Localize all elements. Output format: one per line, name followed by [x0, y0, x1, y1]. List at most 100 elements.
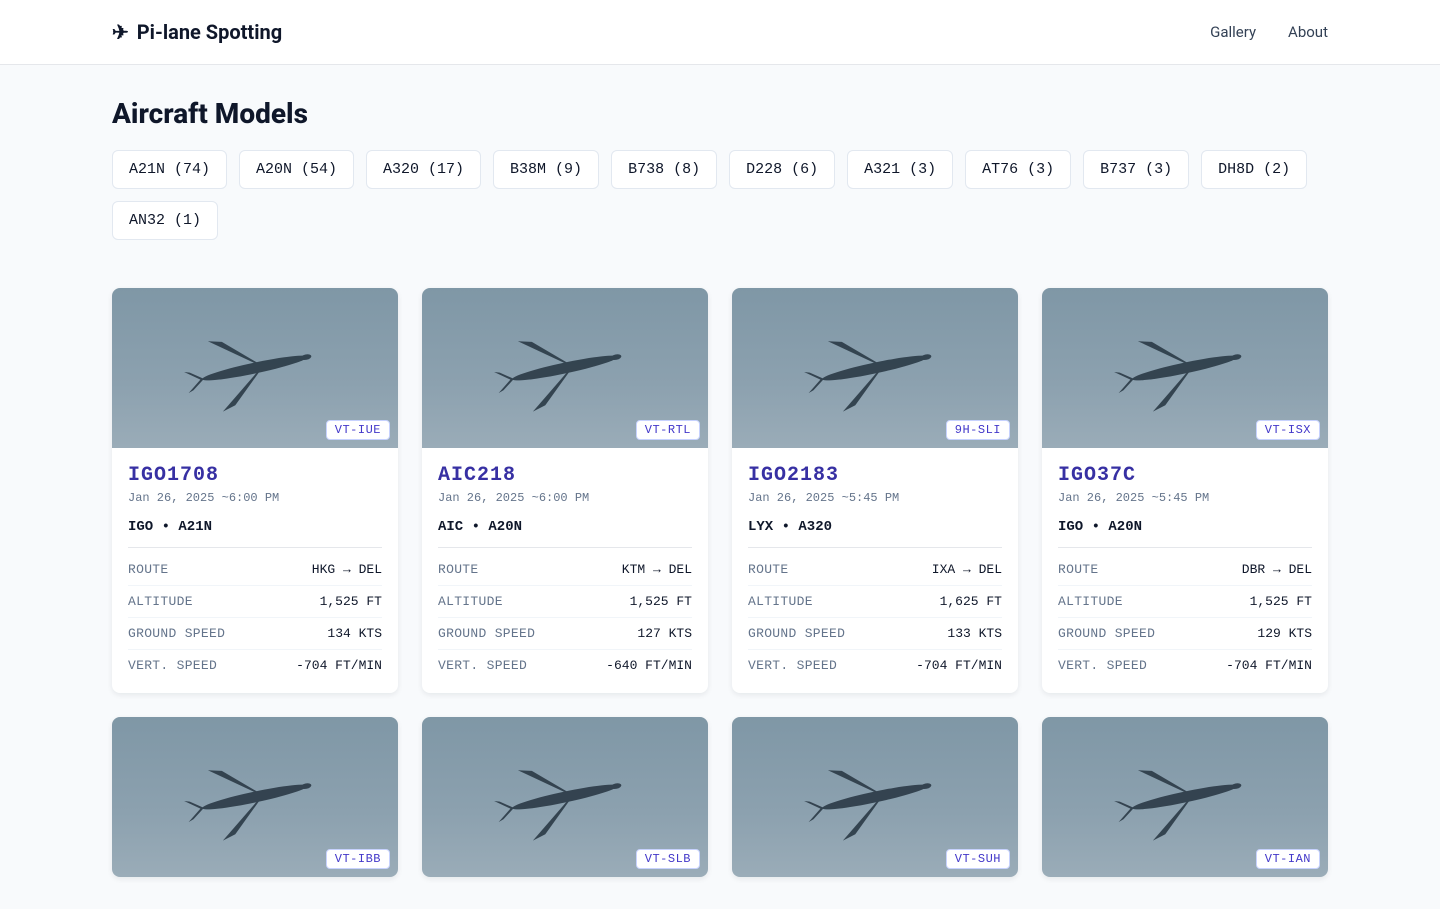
stat-row: VERT. SPEED -704 FT/MIN [1058, 650, 1312, 681]
stat-label: GROUND SPEED [438, 626, 535, 641]
stat-value: 1,525 FT [1250, 594, 1312, 609]
stat-value: 1,525 FT [320, 594, 382, 609]
stat-value: -704 FT/MIN [1226, 658, 1312, 673]
callsign[interactable]: AIC218 [438, 464, 692, 487]
registration-badge: 9H-SLI [946, 420, 1010, 440]
stat-row: ROUTE IXA → DEL [748, 554, 1002, 586]
stat-value: -704 FT/MIN [916, 658, 1002, 673]
sighting-card[interactable]: VT-IUEIGO1708Jan 26, 2025 ~6:00 PMIGO • … [112, 288, 398, 693]
stat-value: HKG → DEL [312, 562, 382, 577]
sightings-grid: VT-IUE IGO1708 Jan 26, 2025 ~6:00 PM IGO • … [112, 288, 1328, 877]
registration-badge: VT-SLB [636, 849, 700, 869]
timestamp: Jan 26, 2025 ~6:00 PM [128, 491, 382, 505]
callsign[interactable]: IGO37C [1058, 464, 1312, 487]
stat-label: VERT. SPEED [438, 658, 527, 673]
stat-label: ALTITUDE [128, 594, 193, 609]
sighting-thumbnail[interactable]: VT-IUE [112, 288, 398, 448]
stat-value: 127 KTS [637, 626, 692, 641]
stat-value: 129 KTS [1257, 626, 1312, 641]
stat-value: 1,625 FT [940, 594, 1002, 609]
stat-label: VERT. SPEED [128, 658, 217, 673]
filter-chip[interactable]: B38M (9) [493, 150, 599, 189]
card-body: IGO37C Jan 26, 2025 ~5:45 PM IGO • A20N ROU… [1042, 448, 1328, 693]
stats-table: ROUTEKTM → DELALTITUDE1,525 FTGROUND SPE… [438, 554, 692, 681]
stat-value: -640 FT/MIN [606, 658, 692, 673]
stat-label: ROUTE [1058, 562, 1099, 577]
stat-label: GROUND SPEED [1058, 626, 1155, 641]
stat-value: 133 KTS [947, 626, 1002, 641]
stat-row: ROUTE KTM → DEL [438, 554, 692, 586]
stat-row: ROUTE DBR → DEL [1058, 554, 1312, 586]
filter-chip[interactable]: A320 (17) [366, 150, 481, 189]
stats-table: ROUTE DBR → DEL ALTITUDE 1,525 FT GROUND SPE… [1058, 554, 1312, 681]
sighting-card[interactable]: VT-ISX IGO37C Jan 26, 2025 ~5:45 PM IGO • A… [1042, 288, 1328, 693]
sighting-thumbnail[interactable]: VT-IAN [1042, 717, 1328, 877]
sighting-thumbnail[interactable]: 9H-SLI [732, 288, 1018, 448]
card-body: IGO1708Jan 26, 2025 ~6:00 PMIGO • A21NRO… [112, 448, 398, 693]
stat-row: GROUND SPEED 129 KTS [1058, 618, 1312, 650]
filter-chip[interactable]: B737 (3) [1083, 150, 1189, 189]
brand-text: Pi-lane Spotting [137, 20, 282, 44]
nav-about[interactable]: About [1288, 23, 1328, 41]
filter-chip[interactable]: DH8D (2) [1201, 150, 1307, 189]
sighting-card[interactable]: VT-RTL AIC218 Jan 26, 2025 ~6:00 PM AIC • A… [422, 288, 708, 693]
filter-chip[interactable]: D228 (6) [729, 150, 835, 189]
sighting-card[interactable]: 9H-SLIIGO2183Jan 26, 2025 ~5:45 PMLYX • … [732, 288, 1018, 693]
airplane-icon: ✈ [112, 20, 129, 44]
sighting-thumbnail[interactable]: VT-RTL [422, 288, 708, 448]
stat-row: GROUND SPEED 133 KTS [748, 618, 1002, 650]
callsign[interactable]: IGO2183 [748, 464, 1002, 487]
stat-label: ALTITUDE [1058, 594, 1123, 609]
stat-row: VERT. SPEED -704 FT/MIN [128, 650, 382, 681]
stats-table: ROUTE IXA → DEL ALTITUDE 1,625 FT GROUND SPE… [748, 554, 1002, 681]
sighting-card[interactable]: VT-SUH [732, 717, 1018, 877]
timestamp: Jan 26, 2025 ~6:00 PM [438, 491, 692, 505]
stat-row: ALTITUDE 1,525 FT [128, 586, 382, 618]
sighting-card[interactable]: VT-IAN [1042, 717, 1328, 877]
stat-value: KTM → DEL [622, 562, 692, 577]
stat-value: IXA → DEL [932, 562, 1002, 577]
registration-badge: VT-IUE [326, 420, 390, 440]
filter-chip[interactable]: B738 (8) [611, 150, 717, 189]
nav-gallery[interactable]: Gallery [1210, 23, 1256, 41]
stat-value: DBR → DEL [1242, 562, 1312, 577]
stat-row: ALTITUDE 1,625 FT [748, 586, 1002, 618]
filter-chip[interactable]: AN32 (1) [112, 201, 218, 240]
stat-label: ROUTE [128, 562, 169, 577]
stat-label: ROUTE [748, 562, 789, 577]
registration-badge: VT-SUH [946, 849, 1010, 869]
card-body: AIC218 Jan 26, 2025 ~6:00 PM AIC • A20N ROU… [422, 448, 708, 693]
callsign[interactable]: IGO1708 [128, 464, 382, 487]
stat-label: ROUTE [438, 562, 479, 577]
stat-row: VERT. SPEED -704 FT/MIN [748, 650, 1002, 681]
sighting-thumbnail[interactable]: VT-IBB [112, 717, 398, 877]
registration-badge: VT-RTL [636, 420, 700, 440]
stat-label: VERT. SPEED [1058, 658, 1147, 673]
filter-chip[interactable]: AT76 (3) [965, 150, 1071, 189]
timestamp: Jan 26, 2025 ~5:45 PM [1058, 491, 1312, 505]
brand[interactable]: ✈ Pi-lane Spotting [112, 20, 282, 44]
airline-model: AIC • A20N [438, 519, 692, 548]
sighting-card[interactable]: VT-SLB [422, 717, 708, 877]
airline-model: IGO • A20N [1058, 519, 1312, 548]
stat-row: VERT. SPEED -640 FT/MIN [438, 650, 692, 681]
timestamp: Jan 26, 2025 ~5:45 PM [748, 491, 1002, 505]
stat-label: VERT. SPEED [748, 658, 837, 673]
sighting-thumbnail[interactable]: VT-ISX [1042, 288, 1328, 448]
stat-label: GROUND SPEED [748, 626, 845, 641]
sighting-thumbnail[interactable]: VT-SLB [422, 717, 708, 877]
stat-label: ALTITUDE [748, 594, 813, 609]
stat-row: GROUND SPEED 127 KTS [438, 618, 692, 650]
stat-row: ROUTE HKG → DEL [128, 554, 382, 586]
stat-value: -704 FT/MIN [296, 658, 382, 673]
model-filter-group: A21N (74) A20N (54) A320 (17) B38M (9) B738 … [112, 150, 1328, 240]
filter-chip[interactable]: A321 (3) [847, 150, 953, 189]
filter-chip[interactable]: A21N (74) [112, 150, 227, 189]
stat-row: GROUND SPEED134 KTS [128, 618, 382, 650]
filter-chip[interactable]: A20N (54) [239, 150, 354, 189]
registration-badge: VT-IBB [326, 849, 390, 869]
registration-badge: VT-ISX [1256, 420, 1320, 440]
sighting-thumbnail[interactable]: VT-SUH [732, 717, 1018, 877]
sighting-card[interactable]: VT-IBB [112, 717, 398, 877]
stat-value: 1,525 FT [630, 594, 692, 609]
